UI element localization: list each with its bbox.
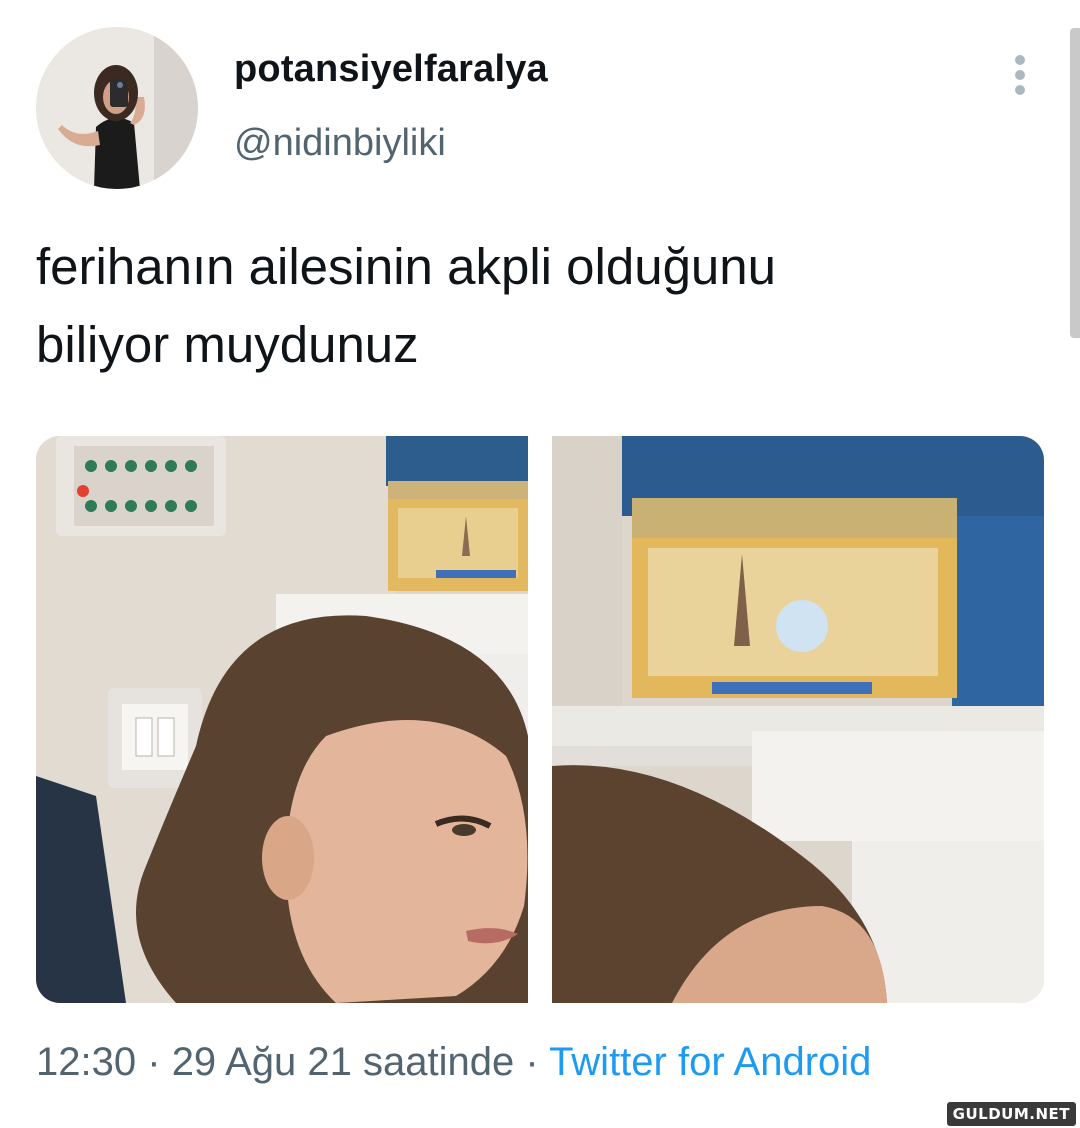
media-image-right [552,436,1044,1003]
tin-box-closeup-photo[interactable] [552,436,1044,1003]
tweet-text-line-2: biliyor muydunuz [36,316,419,373]
display-name[interactable]: potansiyelfaralya [234,48,548,91]
tweet-text-line-1: ferihanın ailesinin akpli olduğunu [36,238,777,295]
watermark-logo: GULDUM.NET [946,1102,1076,1126]
tweet-date[interactable]: 29 Ağu 21 saatinde [172,1040,515,1084]
meta-separator: · [525,1040,539,1084]
scrollbar[interactable] [1070,28,1080,338]
avatar-image [36,27,198,189]
meta-separator: · [147,1040,161,1084]
tweet-meta: 12:30 · 29 Ağu 21 saatinde · Twitter for… [36,1040,871,1085]
more-vertical-icon [1015,55,1025,95]
avatar[interactable] [36,27,198,189]
more-options-button[interactable] [1000,48,1040,102]
girl-with-tin-box-photo[interactable] [36,436,528,1003]
tweet-text: ferihanın ailesinin akpli olduğunu biliy… [36,228,1026,384]
user-handle[interactable]: @nidinbiyliki [234,122,446,165]
tweet-source-link[interactable]: Twitter for Android [549,1040,871,1084]
tweet-time[interactable]: 12:30 [36,1040,136,1084]
media-image-left [36,436,528,1003]
